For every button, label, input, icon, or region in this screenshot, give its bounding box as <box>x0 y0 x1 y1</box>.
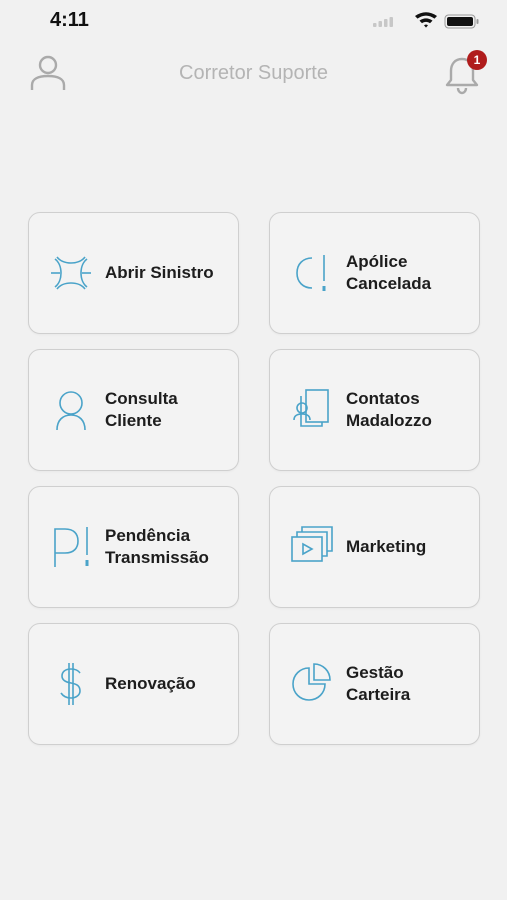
card-consulta-cliente[interactable]: Consulta Cliente <box>28 349 239 471</box>
status-bar: 4:11 <box>0 0 507 44</box>
video-icon <box>290 523 334 571</box>
card-label: Contatos Madalozzo <box>346 389 432 430</box>
card-renovacao[interactable]: Renovação <box>28 623 239 745</box>
card-gestao-carteira[interactable]: Gestão Carteira <box>269 623 480 745</box>
card-marketing[interactable]: Marketing <box>269 486 480 608</box>
person-icon <box>49 386 93 434</box>
app-header: Corretor Suporte 1 <box>0 44 507 104</box>
card-label: Consulta Cliente <box>105 389 178 430</box>
dollar-icon <box>49 660 93 708</box>
cellular-signal-icon <box>373 17 393 27</box>
status-icons <box>373 12 483 32</box>
wifi-icon <box>415 12 437 28</box>
menu-grid: Abrir Sinistro Apólice Cancelada Consult… <box>28 212 480 745</box>
card-label: Renovação <box>105 674 196 693</box>
card-contatos-madalozzo[interactable]: Contatos Madalozzo <box>269 349 480 471</box>
page-title: Corretor Suporte <box>179 62 328 84</box>
card-abrir-sinistro[interactable]: Abrir Sinistro <box>28 212 239 334</box>
claim-icon <box>49 249 93 297</box>
status-time: 4:11 <box>50 9 89 31</box>
contacts-icon <box>290 386 334 434</box>
notifications-button[interactable]: 1 <box>442 50 487 95</box>
notification-badge: 1 <box>467 50 487 70</box>
pending-icon <box>49 523 93 571</box>
card-pendencia-transmissao[interactable]: Pendência Transmissão <box>28 486 239 608</box>
card-label: Abrir Sinistro <box>105 263 214 282</box>
policy-cancelled-icon <box>290 249 334 297</box>
card-label: Gestão Carteira <box>346 663 411 704</box>
card-label: Apólice Cancelada <box>346 252 432 293</box>
card-label: Marketing <box>346 537 427 556</box>
battery-icon <box>444 14 479 29</box>
card-apolice-cancelada[interactable]: Apólice Cancelada <box>269 212 480 334</box>
card-label: Pendência Transmissão <box>105 526 209 567</box>
pie-chart-icon <box>290 660 334 708</box>
